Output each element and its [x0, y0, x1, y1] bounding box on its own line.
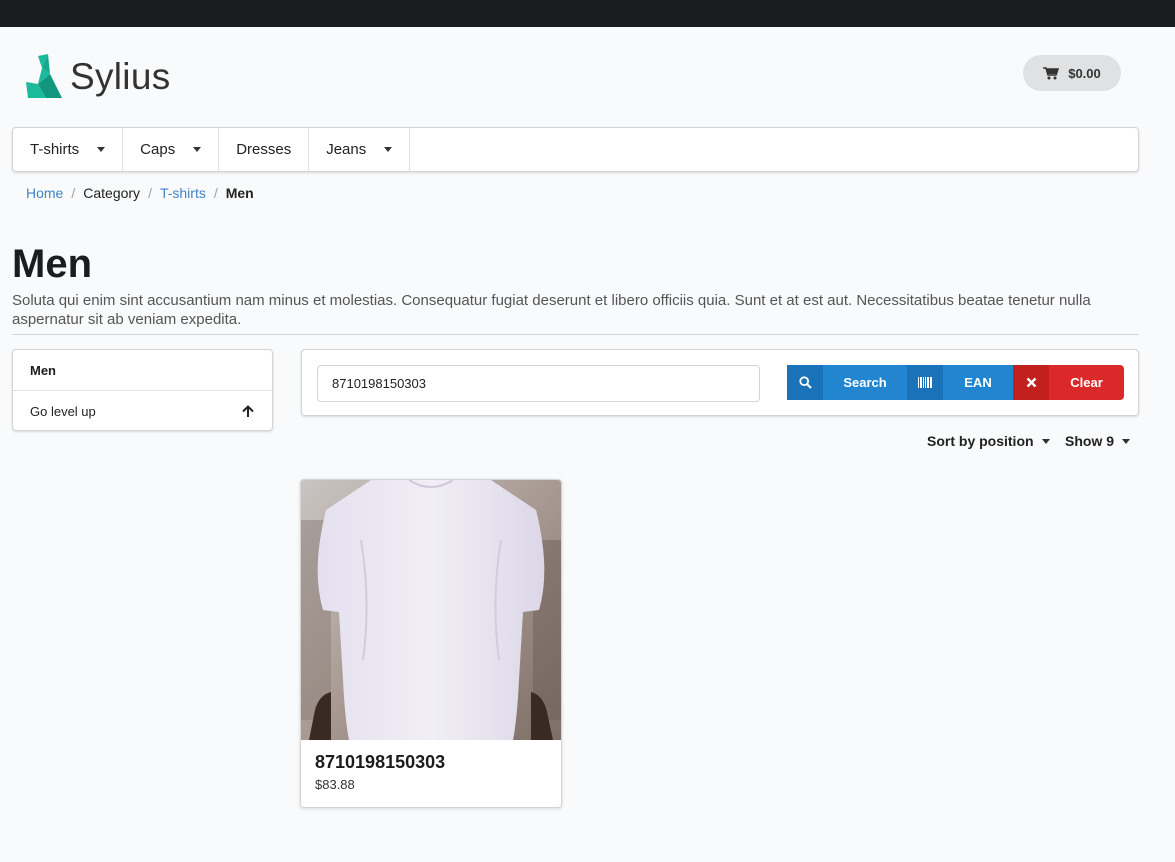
- page-title: Men: [12, 242, 92, 286]
- ean-button[interactable]: EAN: [907, 365, 1013, 400]
- menu-item-jeans[interactable]: Jeans: [309, 128, 411, 171]
- show-dropdown[interactable]: Show 9: [1065, 432, 1131, 450]
- clear-button[interactable]: Clear: [1013, 365, 1124, 400]
- logo[interactable]: Sylius: [24, 54, 171, 100]
- go-level-up-label: Go level up: [30, 403, 96, 419]
- product-price: $83.88: [315, 777, 355, 792]
- close-icon: [1013, 365, 1049, 400]
- caret-down-icon: [1041, 438, 1050, 444]
- caret-down-icon: [97, 147, 106, 152]
- cart-icon: [1043, 66, 1060, 79]
- menu-item-tshirts[interactable]: T-shirts: [13, 128, 124, 171]
- brand-name: Sylius: [70, 56, 171, 97]
- show-label: Show 9: [1065, 433, 1115, 449]
- sidebar-header: Men: [13, 350, 272, 391]
- sort-dropdown[interactable]: Sort by position: [927, 432, 1050, 450]
- top-bar: [0, 0, 1175, 27]
- barcode-icon: [907, 365, 943, 400]
- breadcrumb-divider: /: [148, 185, 152, 201]
- search-button[interactable]: Search: [787, 365, 907, 400]
- menu-item-label: Dresses: [236, 141, 292, 158]
- cart-button[interactable]: $0.00: [1023, 55, 1121, 91]
- main-menu: T-shirts Caps Dresses Jeans: [12, 127, 1139, 172]
- caret-down-icon: [193, 147, 202, 152]
- menu-item-dresses[interactable]: Dresses: [219, 128, 310, 171]
- breadcrumb-tshirts[interactable]: T-shirts: [160, 185, 206, 201]
- breadcrumb-divider: /: [71, 185, 76, 201]
- sort-label: Sort by position: [927, 433, 1034, 449]
- search-form: Search EAN Clear: [301, 349, 1139, 416]
- product-name[interactable]: 8710198150303: [315, 752, 445, 773]
- breadcrumb-divider: /: [213, 185, 218, 201]
- breadcrumb-home[interactable]: Home: [26, 185, 63, 201]
- clear-button-label: Clear: [1070, 375, 1103, 390]
- search-button-label: Search: [843, 375, 887, 390]
- breadcrumb-current: Men: [225, 185, 254, 201]
- menu-item-label: T-shirts: [30, 141, 80, 158]
- breadcrumb: Home / Category / T-shirts / Men: [26, 184, 254, 202]
- menu-item-label: Jeans: [326, 141, 367, 158]
- menu-item-label: Caps: [140, 141, 176, 158]
- taxon-sidebar: Men Go level up: [12, 349, 273, 431]
- caret-down-icon: [384, 147, 393, 152]
- search-input[interactable]: [317, 365, 760, 402]
- caret-down-icon: [1122, 438, 1131, 444]
- menu-item-caps[interactable]: Caps: [123, 128, 220, 171]
- sylius-logo-icon: [26, 54, 62, 98]
- product-image[interactable]: [301, 480, 561, 740]
- product-card[interactable]: 8710198150303 $83.88: [300, 479, 562, 808]
- ean-button-label: EAN: [964, 375, 992, 390]
- arrow-up-icon: [242, 404, 254, 417]
- breadcrumb-category: Category: [83, 185, 141, 201]
- divider: [12, 334, 1139, 335]
- cart-total: $0.00: [1068, 65, 1101, 81]
- search-icon: [787, 365, 823, 400]
- page-description: Soluta qui enim sint accusantium nam min…: [12, 292, 1091, 328]
- go-level-up-link[interactable]: Go level up: [13, 391, 272, 431]
